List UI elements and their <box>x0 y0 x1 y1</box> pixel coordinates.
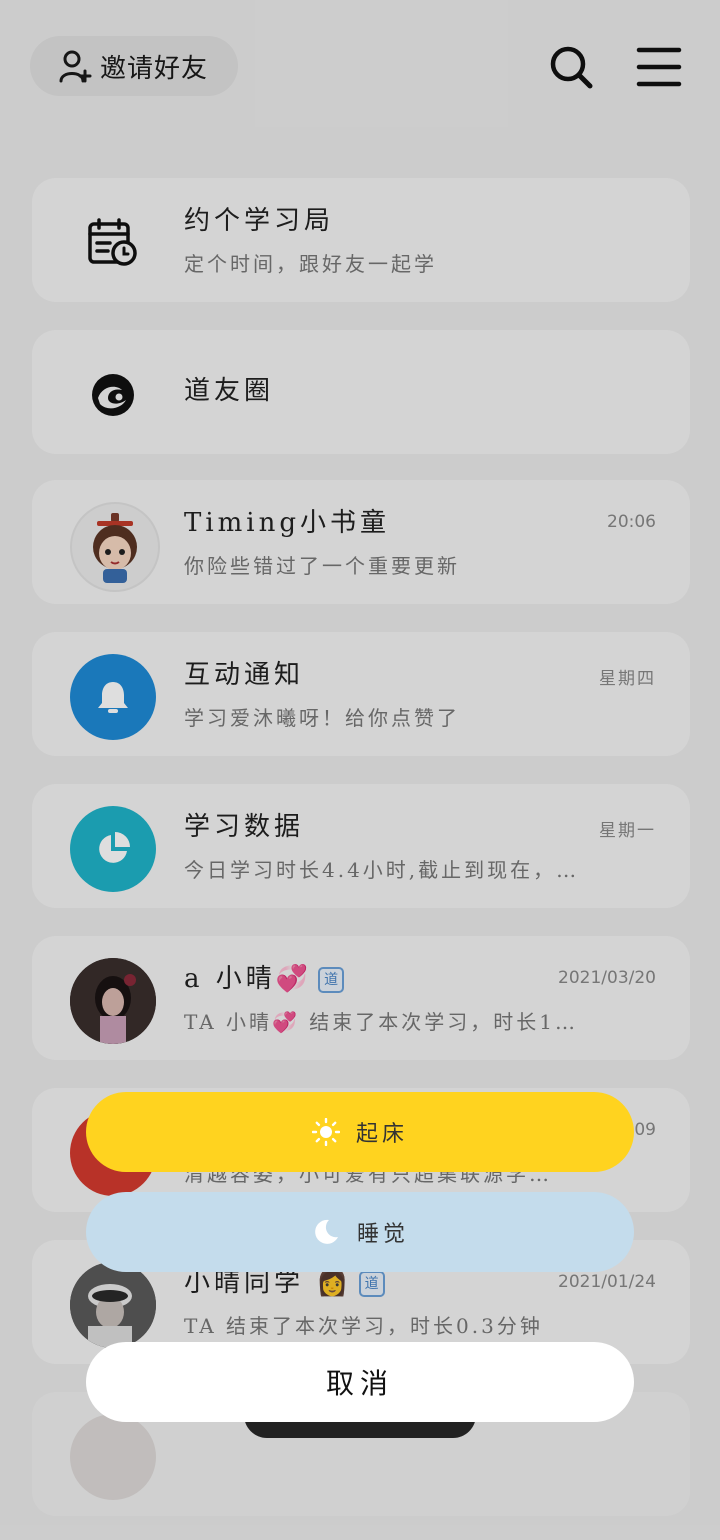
cancel-label: 取消 <box>325 1367 394 1400</box>
sun-icon <box>311 1118 340 1146</box>
wake-up-button[interactable]: 起床 <box>86 1092 634 1172</box>
sleep-button[interactable]: 睡觉 <box>86 1192 634 1272</box>
modal-overlay[interactable] <box>0 0 720 1540</box>
wake-up-label: 起床 <box>355 1122 408 1147</box>
sleep-label: 睡觉 <box>356 1222 409 1247</box>
moon-icon <box>315 1219 338 1244</box>
cancel-button[interactable]: 取消 <box>86 1342 634 1422</box>
